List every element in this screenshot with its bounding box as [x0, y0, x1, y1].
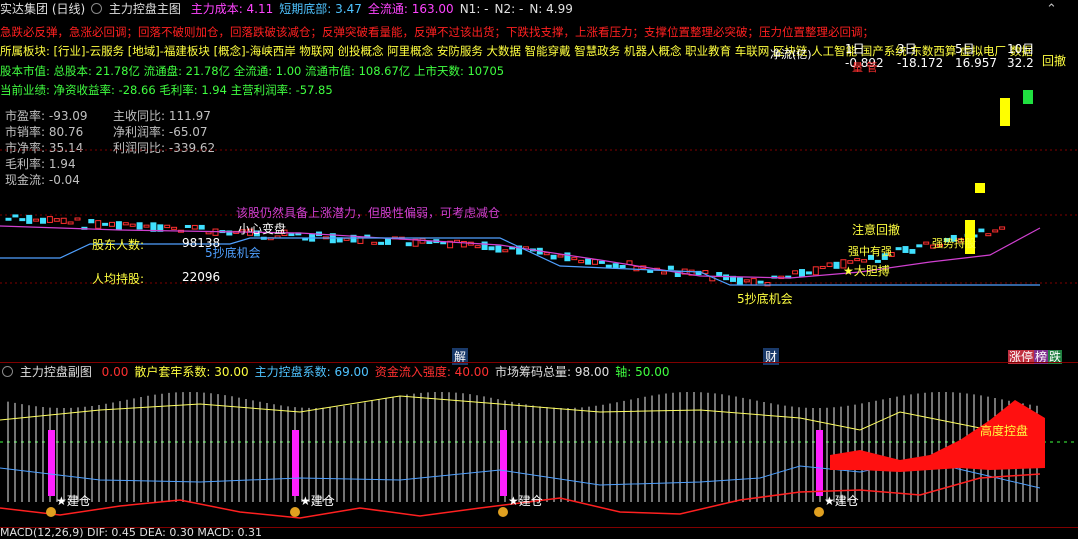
build-bar	[500, 430, 507, 496]
build-bar	[292, 430, 299, 496]
macd-line: MACD(12,26,9) DIF: 0.45 DEA: 0.30 MACD: …	[0, 526, 263, 539]
sub-bars-group	[7, 392, 1038, 502]
retail-trapped-line	[0, 395, 1041, 441]
build-label: ★建仓	[56, 494, 91, 508]
build-markers-group: ★建仓 ★建仓 ★建仓 ★建仓	[46, 494, 859, 517]
high-control-label: 高度控盘	[980, 424, 1029, 438]
coin-icon	[498, 507, 508, 517]
build-bar	[816, 430, 823, 496]
build-label: ★建仓	[824, 494, 859, 508]
sub-chart[interactable]: ★建仓 ★建仓 ★建仓 ★建仓	[0, 0, 1078, 536]
coin-icon	[290, 507, 300, 517]
build-bar	[48, 430, 55, 496]
coin-icon	[814, 507, 824, 517]
build-label: ★建仓	[300, 494, 335, 508]
coin-icon	[46, 507, 56, 517]
build-label: ★建仓	[508, 494, 543, 508]
